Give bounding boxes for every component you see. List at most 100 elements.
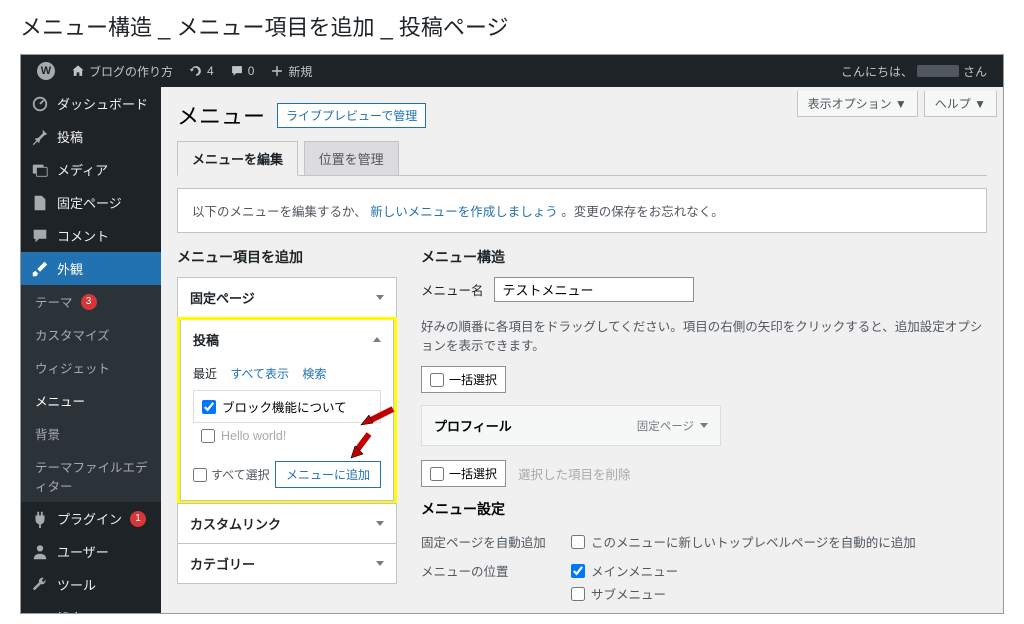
select-all-checkbox[interactable] (193, 468, 207, 482)
plus-icon (270, 64, 284, 78)
sidebar-sub-background[interactable]: 背景 (21, 417, 161, 450)
pin-icon (31, 128, 49, 146)
auto-add-option[interactable]: このメニューに新しいトップレベルページを自動的に追加 (571, 532, 916, 551)
admin-toolbar: W ブログの作り方 4 0 新規 こんにちは、 さん (21, 55, 1003, 87)
bulk-select-checkbox[interactable] (430, 373, 444, 387)
subtab-all[interactable]: すべて表示 (230, 367, 289, 381)
location-main[interactable]: メインメニュー (571, 561, 678, 580)
post-item-label: Hello world! (221, 429, 286, 443)
accordion-pages[interactable]: 固定ページ (177, 277, 397, 318)
accordion-custom-label: カスタムリンク (190, 514, 281, 533)
subtab-search[interactable]: 検索 (302, 367, 326, 381)
sidebar-settings[interactable]: 設定 (21, 601, 161, 613)
bulk-select-top[interactable]: 一括選択 (421, 366, 506, 393)
sidebar-sub-widgets[interactable]: ウィジェット (21, 351, 161, 384)
media-icon (31, 161, 49, 179)
howdy-suffix: さん (963, 63, 987, 80)
accordion-categories-label: カテゴリー (190, 554, 255, 573)
sidebar-posts[interactable]: 投稿 (21, 120, 161, 153)
create-new-menu-link[interactable]: 新しいメニューを作成しましょう (370, 205, 558, 219)
plugin-icon (31, 510, 49, 528)
live-preview-button[interactable]: ライブプレビューで管理 (277, 103, 426, 128)
post-item-hello-world[interactable]: Hello world! (193, 425, 381, 447)
brush-icon (31, 260, 49, 278)
sidebar-plugins[interactable]: プラグイン 1 (21, 502, 161, 535)
sidebar-comments[interactable]: コメント (21, 219, 161, 252)
location-sub[interactable]: サブメニュー (571, 584, 678, 603)
sidebar-sub-customize[interactable]: カスタマイズ (21, 318, 161, 351)
menu-name-row: メニュー名 (421, 277, 987, 302)
plugins-update-badge: 1 (130, 511, 146, 527)
tab-edit-menus[interactable]: メニューを編集 (177, 141, 298, 176)
post-checkbox[interactable] (202, 400, 216, 414)
help-toggle[interactable]: ヘルプ ▼ (924, 91, 997, 117)
screen-options-toggle[interactable]: 表示オプション ▼ (797, 91, 918, 117)
chevron-down-icon (376, 295, 384, 300)
sidebar-sub-menus[interactable]: メニュー (21, 384, 161, 417)
posts-subtabs: 最近 すべて表示 検索 (193, 365, 381, 382)
add-items-heading: メニュー項目を追加 (177, 247, 397, 267)
wp-logo[interactable]: W (29, 55, 63, 87)
new-label: 新規 (288, 63, 312, 80)
dashboard-icon (31, 95, 49, 113)
wrench-icon (31, 576, 49, 594)
accordion-pages-label: 固定ページ (190, 288, 255, 307)
wordpress-icon: W (37, 62, 55, 80)
bulk-select-label: 一括選択 (449, 465, 497, 482)
home-icon (71, 64, 85, 78)
remove-selected-link[interactable]: 選択した項目を削除 (518, 464, 631, 483)
sidebar-sub-themes[interactable]: テーマ 3 (21, 285, 161, 318)
sidebar-media[interactable]: メディア (21, 153, 161, 186)
auto-add-checkbox[interactable] (571, 535, 585, 549)
post-checkbox[interactable] (201, 429, 215, 443)
menu-name-label: メニュー名 (421, 280, 484, 299)
menu-name-input[interactable] (494, 277, 694, 302)
wp-admin-frame: W ブログの作り方 4 0 新規 こんにちは、 さん (20, 54, 1004, 614)
menu-settings-heading: メニュー設定 (421, 499, 987, 519)
add-to-menu-button[interactable]: メニューに追加 (275, 461, 381, 488)
post-item-checked[interactable]: ブロック機能について (193, 390, 381, 423)
accordion-categories[interactable]: カテゴリー (177, 543, 397, 584)
setting-auto-add: 固定ページを自動追加 このメニューに新しいトップレベルページを自動的に追加 (421, 527, 987, 556)
sliders-icon (31, 609, 49, 614)
tab-manage-locations[interactable]: 位置を管理 (304, 141, 399, 175)
comments-count: 0 (248, 64, 255, 78)
accordion-custom-links[interactable]: カスタムリンク (177, 503, 397, 544)
bulk-select-bottom[interactable]: 一括選択 (421, 460, 506, 487)
howdy-prefix: こんにちは、 (841, 63, 913, 80)
menu-item-profile[interactable]: プロフィール 固定ページ (421, 405, 721, 446)
location-sub-checkbox[interactable] (571, 587, 585, 601)
page-icon (31, 194, 49, 212)
accordion-posts-header[interactable]: 投稿 (181, 320, 393, 359)
site-name-text: ブログの作り方 (89, 63, 173, 80)
updates-count: 4 (207, 64, 214, 78)
page-title: メニュー (177, 99, 265, 131)
location-main-checkbox[interactable] (571, 564, 585, 578)
sidebar-sub-theme-editor[interactable]: テーマファイルエディター (21, 450, 161, 502)
page-caption: メニュー構造 _ メニュー項目を追加 _ 投稿ページ (20, 10, 1004, 42)
themes-update-badge: 3 (81, 294, 97, 310)
sidebar-appearance[interactable]: 外観 (21, 252, 161, 285)
bulk-select-label: 一括選択 (449, 371, 497, 388)
toolbar-account[interactable]: こんにちは、 さん (833, 55, 995, 87)
subtab-recent[interactable]: 最近 (193, 367, 217, 381)
comments-icon (31, 227, 49, 245)
sidebar-users[interactable]: ユーザー (21, 535, 161, 568)
auto-add-label: 固定ページを自動追加 (421, 532, 551, 551)
setting-locations: メニューの位置 メインメニュー サブメニュー (421, 556, 987, 608)
chevron-down-icon (700, 423, 708, 428)
accordion-posts-label: 投稿 (193, 330, 219, 349)
select-all-posts[interactable]: すべて選択 (193, 466, 270, 483)
sidebar-dashboard[interactable]: ダッシュボード (21, 87, 161, 120)
toolbar-updates[interactable]: 4 (181, 55, 222, 87)
toolbar-new[interactable]: 新規 (262, 55, 320, 87)
comment-icon (230, 64, 244, 78)
toolbar-comments[interactable]: 0 (222, 55, 263, 87)
sidebar-pages[interactable]: 固定ページ (21, 186, 161, 219)
update-icon (189, 64, 203, 78)
bulk-select-checkbox[interactable] (430, 467, 444, 481)
sidebar-tools[interactable]: ツール (21, 568, 161, 601)
notice-text-pre: 以下のメニューを編集するか、 (192, 205, 367, 219)
toolbar-site-name[interactable]: ブログの作り方 (63, 55, 181, 87)
user-name-redacted (917, 65, 959, 77)
